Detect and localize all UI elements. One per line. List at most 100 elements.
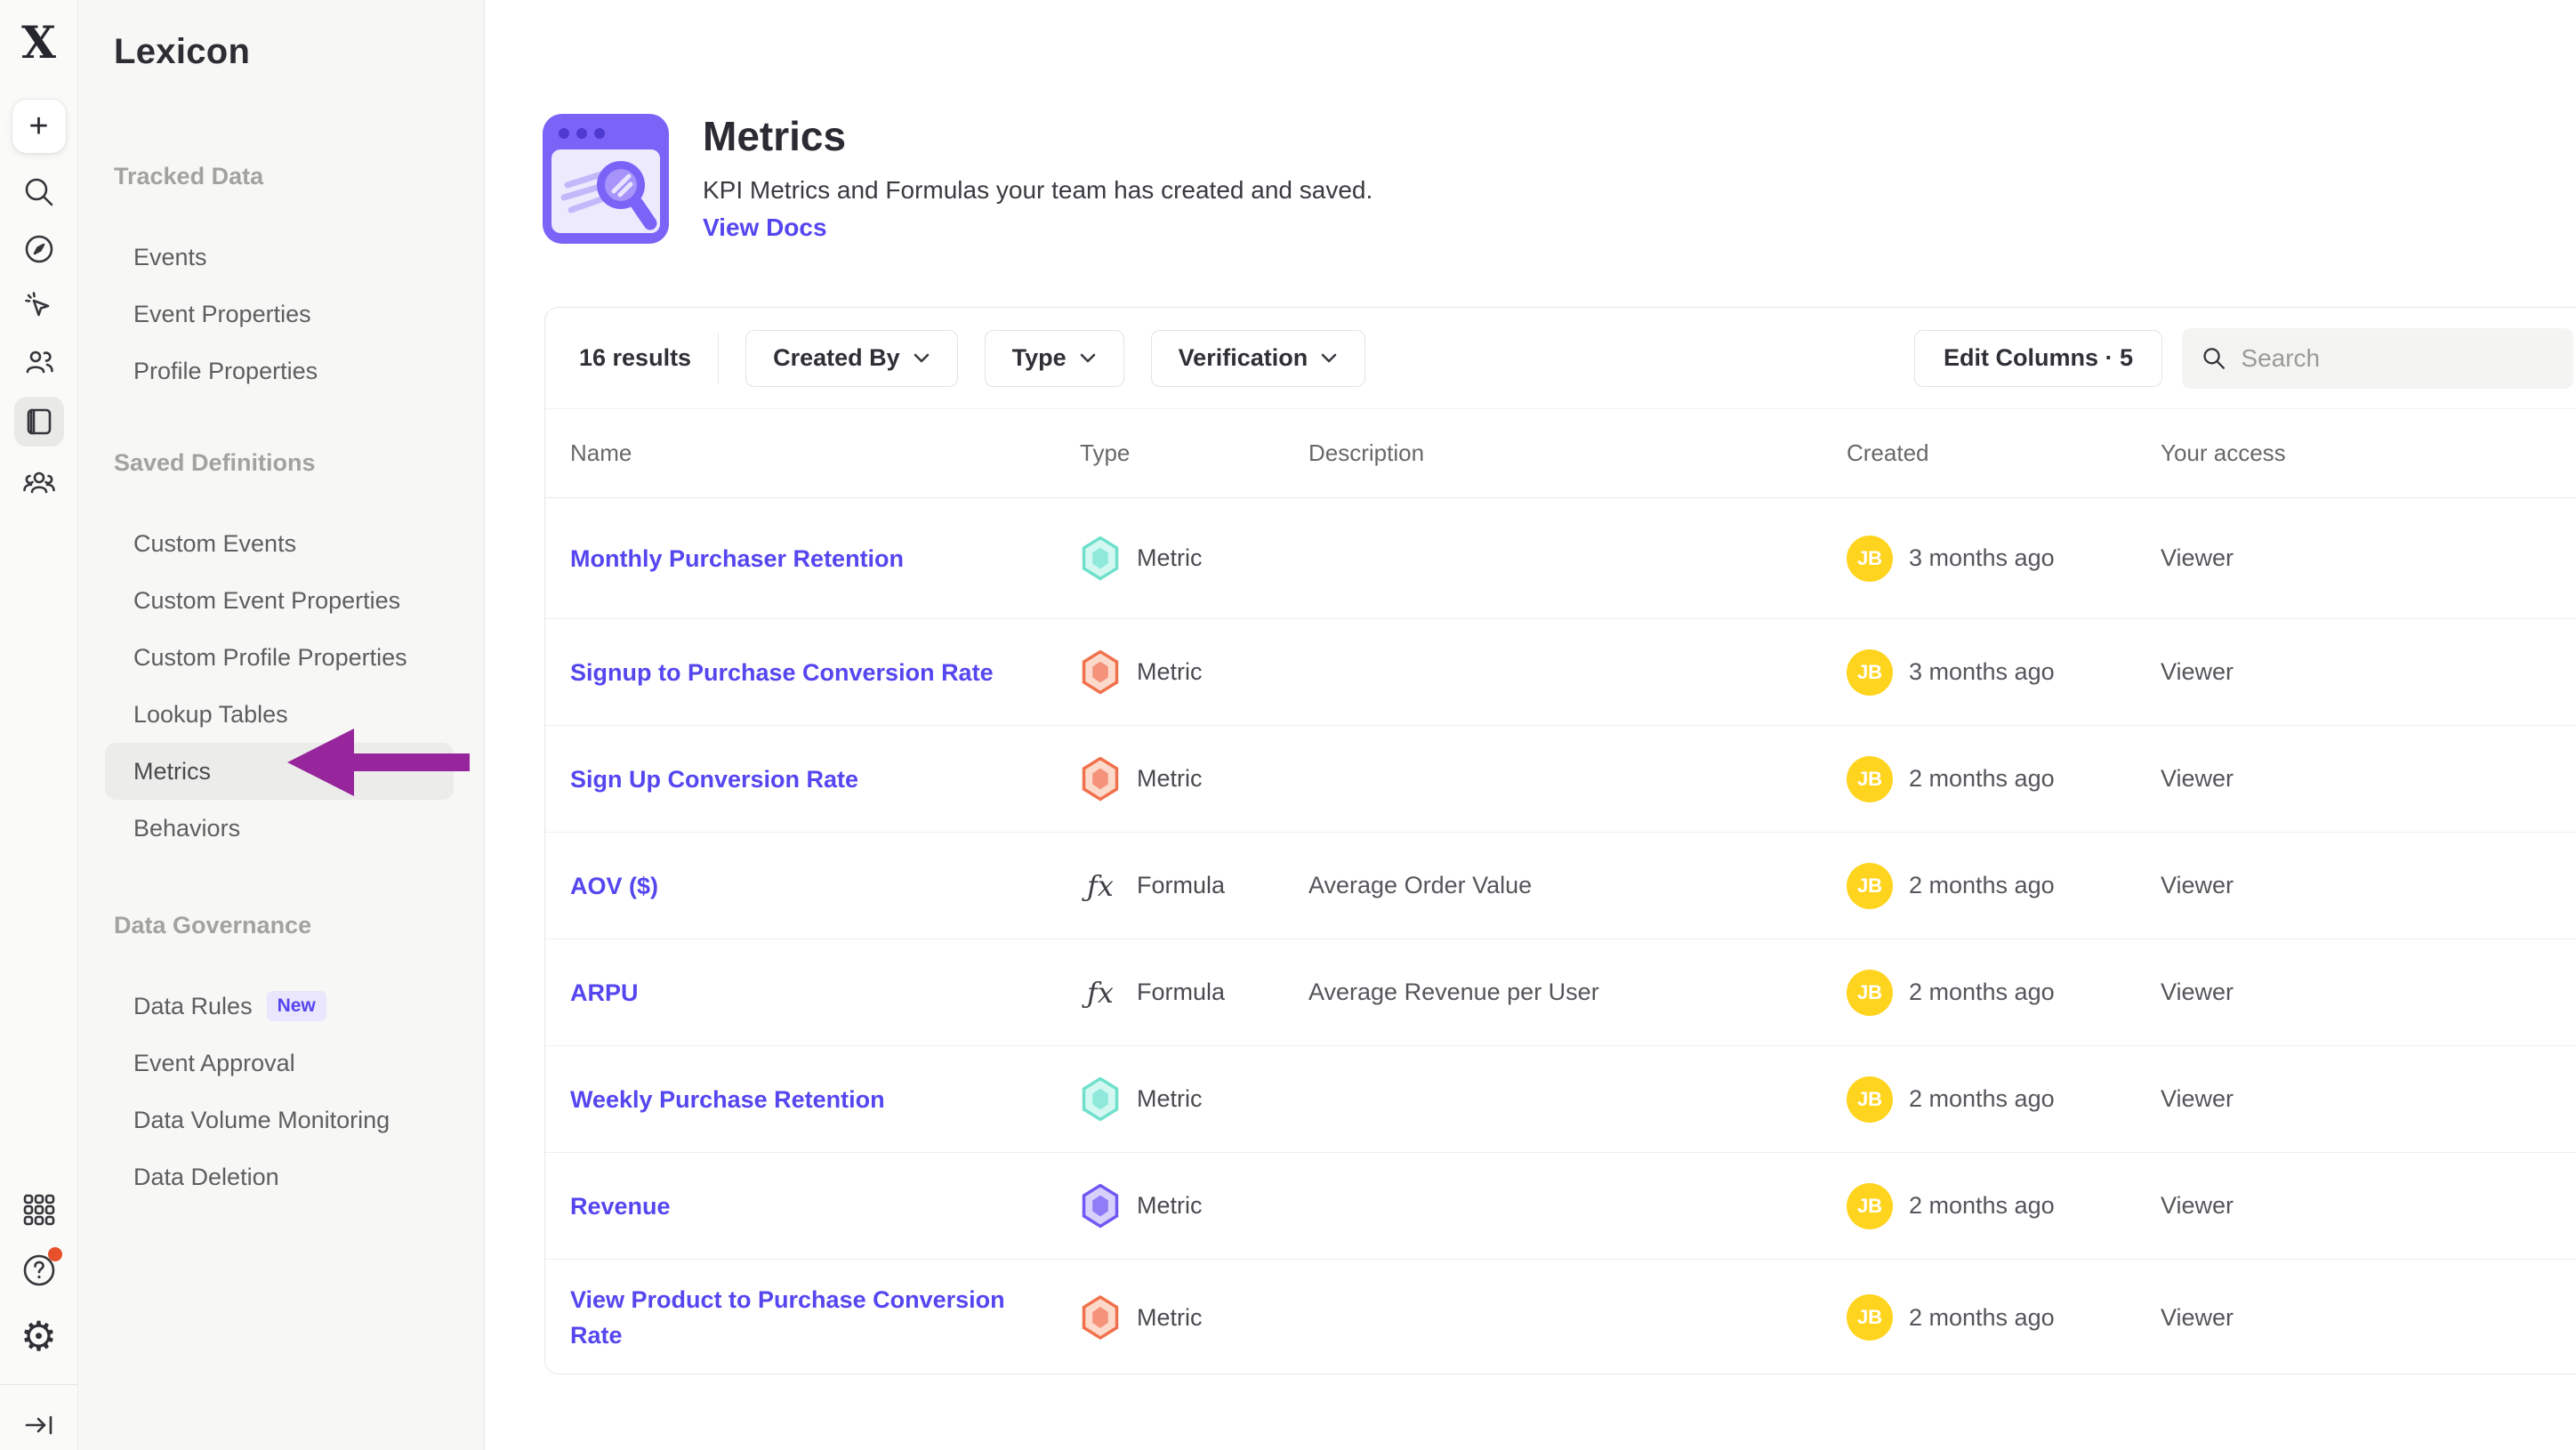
settings-gear-icon[interactable]: ⚙ [20,1317,59,1356]
creator-avatar: JB [1847,863,1893,909]
description-cell: Average Revenue per User [1308,979,1847,1006]
created-time: 2 months ago [1909,979,2055,1006]
sidebar-item-label: Custom Events [133,530,296,558]
filter-label: Verification [1179,344,1308,372]
sidebar-item-label: Behaviors [133,815,240,842]
filter-button-verification[interactable]: Verification [1151,330,1366,387]
col-description: Description [1308,439,1847,467]
table-row: Sign Up Conversion RateMetricJB2 months … [545,726,2576,833]
sidebar-item-custom-events[interactable]: Custom Events [78,515,484,572]
metric-orange-icon [1080,757,1121,802]
toolbar-divider [718,333,719,384]
sidebar-item-event-properties[interactable]: Event Properties [78,286,484,342]
created-time: 2 months ago [1909,1085,2055,1113]
col-type: Type [1080,439,1308,467]
sidebar-item-label: Custom Event Properties [133,587,400,615]
filter-button-type[interactable]: Type [985,330,1124,387]
chevron-down-icon [1079,352,1097,364]
sign-out-icon[interactable] [20,1406,59,1445]
metric-orange-icon [1080,1295,1121,1340]
create-new-button[interactable]: + [12,100,66,153]
search-icon [2202,344,2226,373]
sidebar-item-label: Lookup Tables [133,701,288,729]
type-label: Metric [1137,1304,1203,1332]
search-input[interactable] [2241,344,2554,373]
sidebar-item-custom-profile-properties[interactable]: Custom Profile Properties [78,629,484,686]
icon-rail: X + ⚙ [0,0,78,1450]
created-time: 3 months ago [1909,544,2055,572]
sidebar-item-data-rules[interactable]: Data RulesNew [78,978,484,1035]
cohorts-group-icon[interactable] [20,464,59,503]
type-label: Metric [1137,1085,1203,1113]
type-label: Metric [1137,765,1203,793]
access-cell: Viewer [2161,765,2576,793]
search-icon[interactable] [20,173,59,212]
sidebar-item-label: Data Deletion [133,1164,279,1191]
creator-avatar: JB [1847,649,1893,696]
sidebar-item-data-volume-monitoring[interactable]: Data Volume Monitoring [78,1092,484,1148]
metric-orange-icon [1080,650,1121,695]
chevron-down-icon [913,352,930,364]
users-icon[interactable] [20,343,59,383]
metric-name-link[interactable]: Revenue [570,1188,671,1224]
created-time: 2 months ago [1909,1192,2055,1220]
table-row: View Product to Purchase Conversion Rate… [545,1260,2576,1374]
sidebar-item-label: Custom Profile Properties [133,644,407,672]
explore-compass-icon[interactable] [20,230,59,269]
created-time: 2 months ago [1909,1304,2055,1332]
table-row: AOV ($)ƒxFormulaAverage Order ValueJB2 m… [545,833,2576,939]
access-cell: Viewer [2161,658,2576,686]
search-box [2182,328,2573,389]
page-title: Metrics [703,112,846,160]
metric-teal-icon [1080,536,1121,581]
sidebar-item-behaviors[interactable]: Behaviors [78,800,484,857]
mixpanel-logo-icon[interactable]: X [21,16,56,68]
type-label: Formula [1137,872,1225,899]
section-label-saved-definitions: Saved Definitions [114,449,484,478]
results-count: 16 results [579,344,691,372]
edit-columns-button[interactable]: Edit Columns · 5 [1914,330,2162,387]
col-your-access: Your access [2161,439,2576,467]
filter-label: Created By [773,344,900,372]
lexicon-directory-icon[interactable] [14,397,64,447]
formula-fx-icon: ƒx [1080,976,1121,1010]
page-title-lexicon: Lexicon [114,32,484,72]
metric-name-link[interactable]: Sign Up Conversion Rate [570,761,858,797]
sidebar-item-label: Metrics [133,758,211,785]
table-row: RevenueMetricJB2 months agoViewer [545,1153,2576,1260]
access-cell: Viewer [2161,872,2576,899]
sidebar-item-custom-event-properties[interactable]: Custom Event Properties [78,572,484,629]
metric-name-link[interactable]: Signup to Purchase Conversion Rate [570,655,994,690]
new-badge: New [267,991,326,1021]
view-docs-link[interactable]: View Docs [703,213,827,242]
type-label: Metric [1137,1192,1203,1220]
sidebar-item-label: Events [133,244,207,271]
metric-name-link[interactable]: View Product to Purchase Conversion Rate [570,1282,1048,1353]
sidebar-item-label: Profile Properties [133,358,318,385]
sidebar: Lexicon Tracked DataEventsEvent Properti… [78,0,485,1450]
filter-button-created-by[interactable]: Created By [745,330,958,387]
sidebar-item-event-approval[interactable]: Event Approval [78,1035,484,1092]
metric-teal-icon [1080,1077,1121,1122]
sidebar-item-data-deletion[interactable]: Data Deletion [78,1148,484,1205]
sidebar-item-events[interactable]: Events [78,229,484,286]
metric-name-link[interactable]: AOV ($) [570,868,658,904]
main-content: Metrics KPI Metrics and Formulas your te… [486,0,2576,1450]
metric-name-link[interactable]: Monthly Purchaser Retention [570,541,904,576]
metrics-table-card: 16 results Created By Type Verification Ed… [544,307,2576,1374]
sidebar-item-profile-properties[interactable]: Profile Properties [78,342,484,399]
metric-name-link[interactable]: Weekly Purchase Retention [570,1082,885,1117]
apps-grid-icon[interactable] [20,1190,59,1229]
description-cell: Average Order Value [1308,872,1847,899]
help-icon[interactable] [20,1251,59,1290]
events-cursor-icon[interactable] [20,286,59,326]
type-label: Metric [1137,544,1203,572]
col-created: Created [1847,439,2161,467]
section-label-data-governance: Data Governance [114,912,484,940]
metric-name-link[interactable]: ARPU [570,975,639,1011]
sidebar-item-label: Event Properties [133,301,311,328]
formula-fx-icon: ƒx [1080,869,1121,903]
access-cell: Viewer [2161,1085,2576,1113]
table-row: Weekly Purchase RetentionMetricJB2 month… [545,1046,2576,1153]
page-description: KPI Metrics and Formulas your team has c… [703,176,1373,205]
